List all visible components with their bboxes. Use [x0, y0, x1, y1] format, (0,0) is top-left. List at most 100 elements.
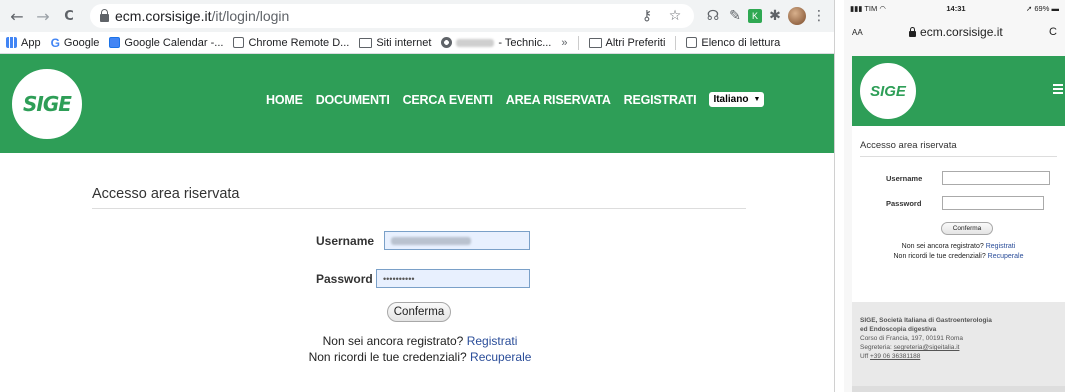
- mobile-browser: ▮▮▮ TIM ◠ 14:31 ➚ 69% ▬ AA ecm.corsisige…: [844, 0, 1065, 392]
- puzzle-icon[interactable]: ✱: [766, 7, 784, 25]
- footer-phone-line: Uff +39 06 36381188: [860, 352, 1057, 361]
- bookmark-label: Altri Preferiti: [605, 36, 666, 49]
- recover-line: Non ricordi le tue credenziali? Recupera…: [852, 252, 1065, 262]
- language-select[interactable]: Italiano ▼: [709, 92, 765, 107]
- menu-dots-icon[interactable]: ⋮: [810, 7, 828, 25]
- caret-down-icon: ▼: [753, 96, 761, 103]
- sige-logo[interactable]: SIGE: [12, 68, 82, 139]
- footer-org-1: SIGE, Società Italiana di Gastroenterolo…: [860, 317, 992, 324]
- url-path: /it/login/login: [211, 8, 290, 24]
- logo-text: SIGE: [23, 91, 72, 116]
- mobile-url[interactable]: ecm.corsisige.it: [909, 25, 1003, 39]
- address-bar[interactable]: ecm.corsisige.it/it/login/login ⚷ ☆: [90, 4, 694, 28]
- location-icon: ➚: [1026, 3, 1033, 13]
- mobile-site-header: SIGE: [852, 56, 1065, 126]
- folder-icon: [588, 37, 602, 48]
- conferma-button[interactable]: Conferma: [941, 222, 993, 235]
- password-label: Password: [886, 198, 922, 208]
- username-input[interactable]: [384, 231, 530, 250]
- pen-icon[interactable]: ✎: [726, 7, 744, 25]
- extension-icon[interactable]: ☊: [704, 7, 722, 25]
- text-size-button[interactable]: AA: [852, 28, 863, 37]
- footer-org-2: ed Endoscopia digestiva: [860, 326, 937, 333]
- hamburger-menu-icon[interactable]: [1053, 84, 1063, 94]
- bookmark-label: Google: [63, 36, 100, 49]
- bookmark-apps[interactable]: App: [6, 37, 41, 49]
- sige-logo[interactable]: SIGE: [860, 63, 916, 119]
- battery: ➚ 69% ▬: [1026, 4, 1059, 13]
- reload-icon[interactable]: C: [1049, 26, 1057, 38]
- username-label: Username: [316, 233, 375, 248]
- bookmark-label: Google Calendar -...: [124, 36, 224, 49]
- bookmark-google[interactable]: G Google: [51, 36, 100, 50]
- battery-level: 69%: [1034, 3, 1050, 13]
- nav-documenti[interactable]: DOCUMENTI: [316, 93, 390, 107]
- nav-area-riservata[interactable]: AREA RISERVATA: [506, 93, 611, 107]
- password-input[interactable]: ••••••••••: [376, 269, 530, 288]
- password-row: Password ••••••••••: [316, 269, 530, 288]
- footer-address: Corso di Francia, 197, 00191 Roma: [860, 335, 963, 342]
- bookmark-label: Elenco di lettura: [701, 36, 781, 49]
- more-bookmarks[interactable]: »: [561, 37, 567, 49]
- site-header: SIGE HOME DOCUMENTI CERCA EVENTI AREA RI…: [0, 54, 834, 153]
- carrier-name: TIM: [864, 3, 878, 13]
- key-icon[interactable]: ⚷: [638, 7, 656, 25]
- blurred-username: [391, 236, 471, 245]
- remote-icon: [233, 37, 245, 48]
- nav-home[interactable]: HOME: [266, 93, 303, 107]
- footer-email-line: Segreteria: segreteria@sigeitalia.it: [860, 343, 1057, 352]
- register-link[interactable]: Registrati: [986, 243, 1016, 250]
- bookmark-siti[interactable]: Siti internet: [359, 37, 431, 49]
- username-row: Username: [316, 231, 530, 250]
- url-text: ecm.corsisige.it: [920, 25, 1003, 39]
- register-line: Non sei ancora registrato? Registrati: [300, 333, 540, 349]
- reading-list-icon: [686, 37, 698, 48]
- password-label: Password: [316, 271, 373, 286]
- google-icon: G: [50, 35, 60, 50]
- signal-icon: ▮▮▮: [850, 3, 863, 13]
- footer-email-link[interactable]: segreteria@sigeitalia.it: [894, 344, 960, 351]
- page-title: Accesso area riservata: [92, 186, 746, 209]
- bookmark-altri[interactable]: Altri Preferiti: [588, 36, 666, 49]
- battery-icon: ▬: [1051, 3, 1060, 13]
- page-title: Accesso area riservata: [860, 140, 1057, 157]
- footer-phone-link[interactable]: +39 06 36381188: [870, 353, 920, 360]
- status-bar: ▮▮▮ TIM ◠ 14:31 ➚ 69% ▬: [844, 0, 1065, 16]
- forward-icon[interactable]: →: [32, 5, 54, 27]
- back-icon[interactable]: ←: [6, 5, 28, 27]
- phone-label: Uff: [860, 353, 869, 360]
- bookmark-calendar[interactable]: Google Calendar -...: [109, 37, 223, 49]
- username-input[interactable]: [942, 171, 1050, 185]
- register-link[interactable]: Registrati: [467, 334, 518, 348]
- bookmark-label: Chrome Remote D...: [248, 36, 350, 49]
- star-icon[interactable]: ☆: [666, 7, 684, 25]
- wifi-icon: ◠: [879, 3, 886, 13]
- recover-link[interactable]: Recuperale: [470, 350, 531, 364]
- carrier: ▮▮▮ TIM ◠: [850, 4, 886, 13]
- password-input[interactable]: [942, 196, 1044, 210]
- forgot-text: Non ricordi le tue credenziali?: [308, 350, 467, 364]
- bookmark-technic[interactable]: - Technic...: [441, 37, 551, 49]
- password-row: Password: [886, 196, 1044, 210]
- calendar-icon: [109, 37, 121, 48]
- username-label: Username: [886, 173, 923, 183]
- green-extension-icon[interactable]: K: [748, 9, 762, 23]
- nav-registrati[interactable]: REGISTRATI: [624, 93, 697, 107]
- conferma-button[interactable]: Conferma: [387, 302, 451, 322]
- bookmark-remote[interactable]: Chrome Remote D...: [233, 37, 349, 49]
- recover-link[interactable]: Recuperale: [988, 253, 1024, 260]
- clock: 14:31: [946, 3, 966, 13]
- login-section: Accesso area riservata: [92, 186, 746, 209]
- nav-cerca-eventi[interactable]: CERCA EVENTI: [403, 93, 493, 107]
- email-label: Segreteria:: [860, 344, 892, 351]
- avatar[interactable]: [788, 7, 806, 25]
- reload-icon[interactable]: C: [58, 5, 80, 27]
- main-nav: HOME DOCUMENTI CERCA EVENTI AREA RISERVA…: [266, 92, 765, 107]
- help-text: Non sei ancora registrato? Registrati No…: [300, 333, 540, 365]
- divider: [675, 35, 677, 50]
- register-line: Non sei ancora registrato? Registrati: [852, 242, 1065, 252]
- screenshot-stage: ← → C ecm.corsisige.it/it/login/login ⚷ …: [0, 0, 1065, 392]
- not-registered-text: Non sei ancora registrato?: [901, 243, 984, 250]
- divider: [577, 35, 579, 50]
- bookmark-reading-list[interactable]: Elenco di lettura: [686, 37, 780, 49]
